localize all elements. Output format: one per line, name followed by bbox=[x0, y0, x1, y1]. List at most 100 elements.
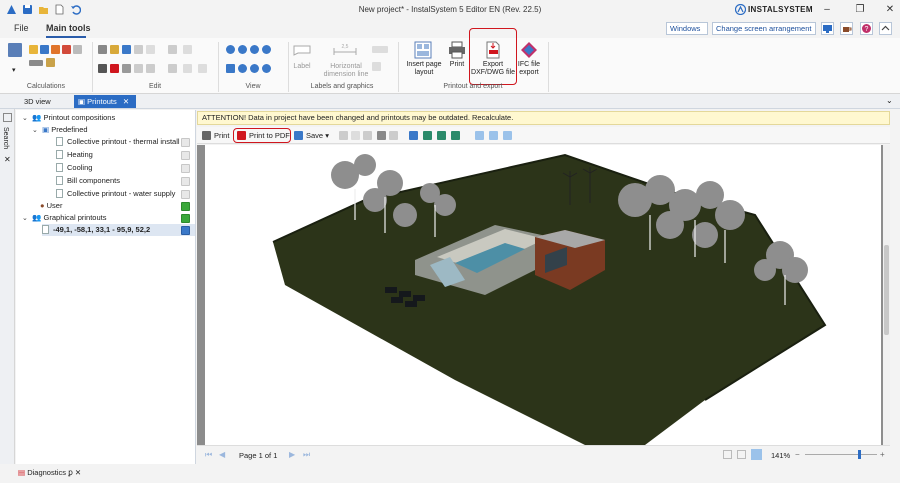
screen-arrangement-combo[interactable]: Change screen arrangement ▾ bbox=[712, 22, 816, 44]
preview-page[interactable] bbox=[205, 145, 881, 445]
tree-item-collective-thermal[interactable]: Collective printout - thermal install bbox=[56, 136, 196, 148]
zoom-extents-icon[interactable] bbox=[250, 64, 259, 73]
tree-item-cooling[interactable]: Cooling bbox=[56, 162, 92, 174]
menu-main-tools[interactable]: Main tools bbox=[46, 23, 91, 33]
calc-fire-icon[interactable] bbox=[62, 45, 71, 54]
close-icon[interactable]: ✕ bbox=[75, 468, 81, 477]
pan-icon[interactable] bbox=[226, 64, 235, 73]
tree-item-collective-water[interactable]: Collective printout - water supply bbox=[56, 188, 196, 200]
collapse-ribbon-button[interactable] bbox=[879, 22, 892, 35]
zoom-out-icon[interactable] bbox=[238, 45, 247, 54]
label-button[interactable]: Label bbox=[290, 63, 314, 71]
horizontal-dimension-line-button[interactable]: Horizontal dimension line bbox=[318, 63, 374, 79]
zoom-previous-icon[interactable] bbox=[238, 64, 247, 73]
tree-item-bill-components[interactable]: Bill components bbox=[56, 175, 120, 187]
preview-vertical-scrollbar[interactable] bbox=[883, 145, 890, 445]
tab-list-chevron-icon[interactable]: ⌄ bbox=[886, 96, 893, 105]
paste-icon[interactable] bbox=[110, 45, 119, 54]
tree-item-options-button[interactable] bbox=[181, 190, 190, 199]
chevron-down-icon[interactable]: ⌄ bbox=[22, 213, 30, 225]
help-button[interactable]: ? bbox=[860, 22, 873, 35]
two-pages-icon[interactable] bbox=[423, 131, 432, 140]
zoom-in-icon[interactable] bbox=[226, 45, 235, 54]
layer-icon[interactable] bbox=[198, 64, 207, 73]
first-page-icon[interactable] bbox=[339, 131, 348, 140]
insert-page-layout-button[interactable]: Insert page layout bbox=[404, 61, 444, 77]
group-icon[interactable] bbox=[146, 45, 155, 54]
new-file-icon[interactable] bbox=[54, 4, 65, 15]
fit-width-icon[interactable] bbox=[475, 131, 484, 140]
calc-table-icon[interactable] bbox=[40, 45, 49, 54]
tree-item-heating[interactable]: Heating bbox=[56, 149, 93, 161]
calc-drop-icon[interactable] bbox=[73, 45, 82, 54]
copy-icon[interactable] bbox=[98, 45, 107, 54]
refresh-view-icon[interactable] bbox=[262, 64, 271, 73]
zoom-slider-track[interactable] bbox=[805, 454, 877, 455]
pin-icon[interactable] bbox=[3, 113, 12, 122]
previous-page-button[interactable]: ◀ bbox=[219, 450, 225, 459]
properties-icon[interactable] bbox=[122, 45, 131, 54]
tab-close-icon[interactable]: ✕ bbox=[123, 97, 129, 106]
last-page-button[interactable]: ⏭ bbox=[303, 450, 310, 460]
display-settings-button[interactable] bbox=[821, 22, 834, 35]
abc-text-icon[interactable] bbox=[372, 46, 388, 53]
maximize-button[interactable]: ❐ bbox=[853, 3, 867, 17]
align-icon[interactable] bbox=[134, 64, 143, 73]
tree-predefined[interactable]: ⌄ ▣ Predefined bbox=[32, 124, 88, 136]
first-page-button[interactable]: ⏮ bbox=[205, 450, 212, 460]
chevron-down-icon[interactable]: ⌄ bbox=[32, 125, 40, 137]
next-page-button[interactable]: ▶ bbox=[289, 450, 295, 459]
fit-page-icon[interactable] bbox=[489, 131, 498, 140]
layout-options-icon[interactable] bbox=[451, 131, 460, 140]
clipboard-icon[interactable] bbox=[122, 64, 131, 73]
single-page-view-icon[interactable] bbox=[723, 450, 732, 459]
cut-icon[interactable] bbox=[98, 64, 107, 73]
zoom-in-button[interactable]: + bbox=[880, 450, 885, 459]
tree-item-options-button[interactable] bbox=[181, 164, 190, 173]
ifc-file-export-button[interactable]: IFC file export bbox=[517, 61, 541, 77]
calc-dropdown-icon[interactable]: ▾ bbox=[12, 66, 16, 74]
continuous-icon[interactable] bbox=[503, 131, 512, 140]
zoom-slider-thumb[interactable] bbox=[858, 450, 861, 459]
tree-graphical-printouts[interactable]: ⌄ 👥 Graphical printouts bbox=[22, 212, 106, 224]
gear-icon[interactable] bbox=[168, 45, 177, 54]
multiple-pages-icon[interactable] bbox=[437, 131, 446, 140]
zoom-window-icon[interactable] bbox=[250, 45, 259, 54]
minimize-button[interactable]: – bbox=[820, 3, 834, 17]
tree-item-options-button[interactable] bbox=[181, 177, 190, 186]
calculations-icon[interactable] bbox=[8, 43, 22, 57]
tree-item-options-button[interactable] bbox=[181, 151, 190, 160]
print-button[interactable]: Print bbox=[446, 61, 468, 69]
open-folder-icon[interactable] bbox=[38, 4, 49, 15]
zoom-all-icon[interactable] bbox=[262, 45, 271, 54]
select-icon[interactable] bbox=[134, 45, 143, 54]
tab-3d-view[interactable]: 3D view bbox=[20, 95, 55, 108]
tree-item-options-button[interactable] bbox=[181, 138, 190, 147]
graphics-icon[interactable] bbox=[372, 62, 381, 71]
page-width-view-icon[interactable] bbox=[737, 450, 746, 459]
calc-export-icon[interactable] bbox=[51, 45, 60, 54]
graphical-item-settings-button[interactable] bbox=[181, 226, 190, 235]
add-user-printout-button[interactable] bbox=[181, 202, 190, 211]
add-graphical-printout-button[interactable] bbox=[181, 214, 190, 223]
toolbar-print-button[interactable]: Print bbox=[214, 130, 229, 141]
coffee-button[interactable] bbox=[840, 22, 853, 35]
tree-item-graphical-selected[interactable]: -49,1, -58,1, 33,1 - 95,9, 52,2 bbox=[42, 224, 195, 236]
distribute-icon[interactable] bbox=[146, 64, 155, 73]
close-icon[interactable]: ✕ bbox=[4, 155, 11, 164]
mirror-icon[interactable] bbox=[183, 45, 192, 54]
margins-icon[interactable] bbox=[363, 131, 372, 140]
scrollbar-thumb[interactable] bbox=[884, 245, 889, 335]
page-setup-icon[interactable] bbox=[351, 131, 360, 140]
calc-param-icon[interactable] bbox=[46, 58, 55, 67]
search-panel-tab[interactable]: Search bbox=[2, 127, 9, 149]
calc-lines-icon[interactable] bbox=[29, 60, 43, 66]
windows-combo[interactable]: Windows ▾ bbox=[666, 22, 708, 44]
tree-printout-compositions[interactable]: ⌄ 👥 Printout compositions bbox=[22, 112, 115, 124]
toolbar-save-button[interactable]: Save ▾ bbox=[306, 130, 329, 141]
save-icon[interactable] bbox=[22, 4, 33, 15]
delete-icon[interactable] bbox=[110, 64, 119, 73]
tab-printouts[interactable]: ▣ Printouts ✕ bbox=[74, 95, 136, 108]
calc-folder-icon[interactable] bbox=[29, 45, 38, 54]
binoculars-icon[interactable] bbox=[377, 131, 386, 140]
